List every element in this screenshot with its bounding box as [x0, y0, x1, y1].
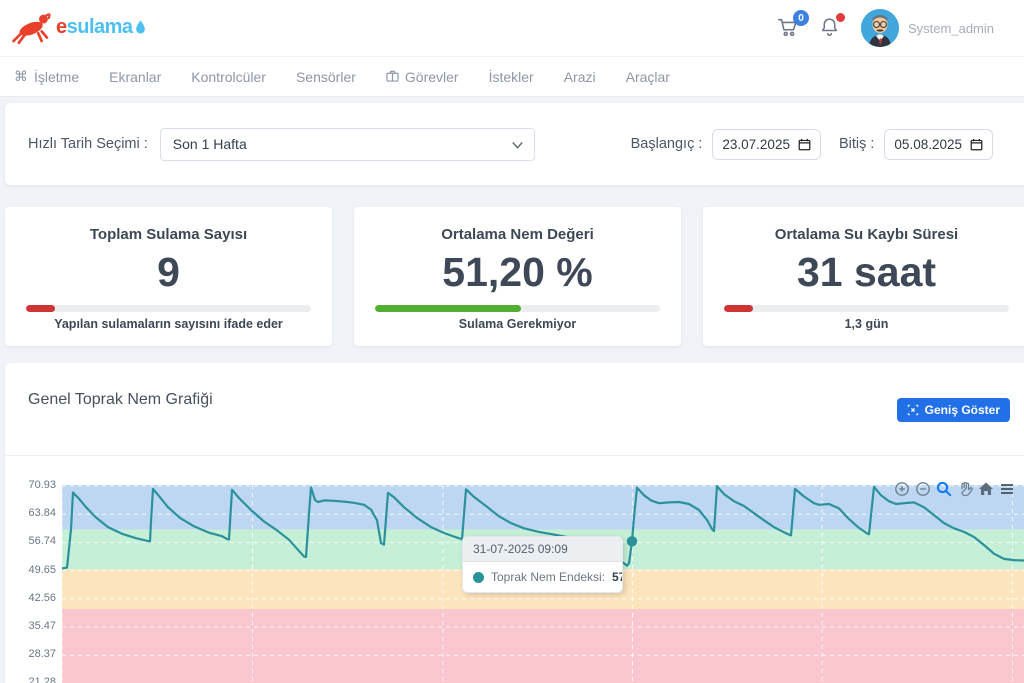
avatar: [861, 9, 899, 47]
end-date-label: Bitiş :: [839, 136, 874, 152]
stat-caption: Yapılan sulamaların sayısını ifade eder: [5, 317, 332, 331]
y-tick-label: 63.84: [11, 507, 56, 519]
selection-zoom-icon[interactable]: [935, 480, 952, 497]
stat-caption: 1,3 gün: [703, 317, 1024, 331]
nav-item-i̇şletme[interactable]: ⌘ İşletme: [14, 68, 79, 85]
series-dot-icon: [473, 572, 484, 583]
y-tick-label: 35.47: [11, 620, 56, 632]
nav-item-label: Ekranlar: [109, 69, 161, 85]
nav-item-label: Araçlar: [626, 69, 670, 85]
app-header: esulama 0: [0, 0, 1024, 56]
chart-tooltip: 31-07-2025 09:09 Toprak Nem Endeksi: 57.…: [462, 536, 623, 593]
stat-card-irrigation-count: Toplam Sulama Sayısı 9 Yapılan sulamalar…: [5, 207, 332, 346]
nav-item-arazi[interactable]: Arazi: [564, 69, 596, 85]
y-tick-label: 49.65: [11, 564, 56, 576]
nav-item-i̇stekler[interactable]: İstekler: [489, 69, 534, 85]
divider: [5, 455, 1024, 456]
notifications-button[interactable]: [819, 16, 843, 40]
pan-icon[interactable]: [956, 480, 973, 497]
expand-chart-button[interactable]: Geniş Göster: [897, 398, 1010, 422]
menu-icon[interactable]: [998, 480, 1015, 497]
chevron-down-icon: [512, 142, 523, 149]
calendar-icon: [970, 138, 983, 151]
nav-item-araçlar[interactable]: Araçlar: [626, 69, 670, 85]
cart-button[interactable]: 0: [777, 16, 801, 40]
y-tick-label: 21.28: [11, 676, 56, 683]
quick-date-label: Hızlı Tarih Seçimi :: [28, 136, 148, 152]
stat-value: 31 saat: [703, 251, 1024, 294]
y-axis-labels: 70.93 63.84 56.74 49.65 42.56 35.47 28.37 21.28: [5, 363, 60, 683]
stat-value: 51,20 %: [354, 251, 681, 294]
stat-progress-bar: [724, 305, 1009, 312]
y-tick-label: 28.37: [11, 648, 56, 660]
quick-date-value: Son 1 Hafta: [173, 136, 247, 152]
nav-item-label: Kontrolcüler: [191, 69, 266, 85]
brand-logo[interactable]: esulama: [10, 9, 147, 45]
y-tick-label: 56.74: [11, 535, 56, 547]
stat-caption: Sulama Gerekmiyor: [354, 317, 681, 331]
chart-toolbar: [893, 480, 1015, 497]
username: System_admin: [908, 21, 994, 36]
nav-item-görevler[interactable]: Görevler: [386, 69, 459, 85]
y-tick-label: 42.56: [11, 592, 56, 604]
start-date-value: 23.07.2025: [722, 137, 790, 152]
home-icon[interactable]: [977, 480, 994, 497]
stat-title: Ortalama Nem Değeri: [354, 226, 681, 243]
start-date-label: Başlangıç :: [631, 136, 703, 152]
nav-item-label: Arazi: [564, 69, 596, 85]
end-date-input[interactable]: 05.08.2025: [884, 129, 993, 160]
tooltip-timestamp: 31-07-2025 09:09: [463, 537, 622, 562]
zoom-out-icon[interactable]: [914, 480, 931, 497]
stat-card-avg-moisture: Ortalama Nem Değeri 51,20 % Sulama Gerek…: [354, 207, 681, 346]
nav-item-kontrolcüler[interactable]: Kontrolcüler: [191, 69, 266, 85]
zoom-in-icon[interactable]: [893, 480, 910, 497]
nav-item-sensörler[interactable]: Sensörler: [296, 69, 356, 85]
expand-button-label: Geniş Göster: [925, 403, 1000, 417]
user-menu[interactable]: System_admin: [861, 9, 994, 47]
end-date-value: 05.08.2025: [894, 137, 962, 152]
cart-badge: 0: [793, 10, 809, 26]
calendar-icon: [798, 138, 811, 151]
nav-item-label: İşletme: [34, 69, 79, 85]
tooltip-series-label: Toprak Nem Endeksi:: [491, 570, 605, 584]
soil-moisture-chart-card: Genel Toprak Nem Grafiği Geniş Göster 70…: [5, 363, 1024, 683]
stat-progress-bar: [26, 305, 311, 312]
nav-item-ekranlar[interactable]: Ekranlar: [109, 69, 161, 85]
nav-item-label: Görevler: [405, 69, 459, 85]
stat-title: Ortalama Su Kaybı Süresi: [703, 226, 1024, 243]
main-nav: ⌘ İşletme Ekranlar Kontrolcüler Sensörler Gör…: [0, 56, 1024, 97]
stat-value: 9: [5, 251, 332, 294]
stat-progress-bar: [375, 305, 660, 312]
expand-icon: [907, 404, 919, 416]
nav-item-label: İstekler: [489, 69, 534, 85]
brand-name: esulama: [56, 16, 147, 39]
tooltip-value: 57.03: [612, 570, 623, 584]
quick-date-select[interactable]: Son 1 Hafta: [160, 128, 535, 161]
date-filter-bar: Hızlı Tarih Seçimi : Son 1 Hafta Başlang…: [5, 103, 1024, 185]
briefcase-icon: [386, 69, 399, 85]
start-date-input[interactable]: 23.07.2025: [712, 129, 821, 160]
stat-title: Toplam Sulama Sayısı: [5, 226, 332, 243]
command-icon: ⌘: [14, 68, 28, 85]
chart-plot[interactable]: 31-07-2025 09:09 Toprak Nem Endeksi: 57.…: [62, 485, 1024, 683]
y-tick-label: 70.93: [11, 479, 56, 491]
notification-dot: [836, 13, 845, 22]
nav-item-label: Sensörler: [296, 69, 356, 85]
water-drop-icon: [134, 19, 147, 35]
ram-logo-icon: [10, 9, 54, 45]
stat-card-water-loss: Ortalama Su Kaybı Süresi 31 saat 1,3 gün: [703, 207, 1024, 346]
